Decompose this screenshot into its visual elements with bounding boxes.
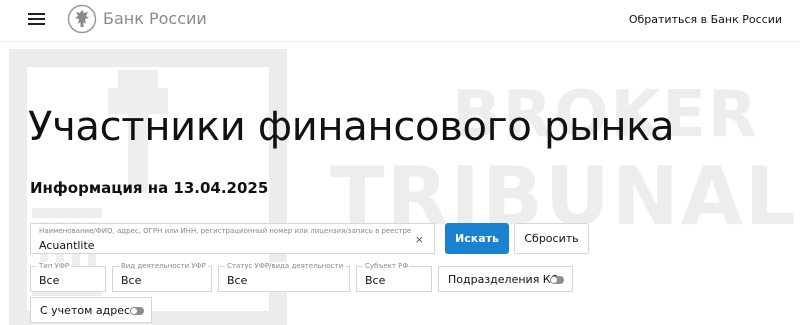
filter-subject-select[interactable]: Субъект РФ Все	[356, 262, 432, 292]
site-header: Банк России Обратиться в Банк России	[0, 0, 800, 42]
filter-activity-label: Вид деятельности УФР	[119, 262, 208, 270]
branches-toggle-switch[interactable]	[550, 276, 564, 284]
contact-bank-link[interactable]: Обратиться в Банк России	[629, 13, 782, 26]
branches-toggle-label: Подразделения КО	[448, 273, 560, 286]
filter-type-value: Все	[39, 274, 60, 287]
filter-status-label: Статус УФР/вида деятельности	[225, 262, 346, 270]
search-input[interactable]: Acuantlite	[39, 239, 95, 252]
clear-icon[interactable]: ×	[415, 233, 424, 246]
filter-type-select[interactable]: Тип УФР Все	[30, 262, 106, 292]
search-field-label: Наименование/ФИО, адрес, ОГРН или ИНН, р…	[39, 227, 412, 235]
search-button[interactable]: Искать	[445, 223, 509, 254]
page-title: Участники финансового рынка	[28, 104, 675, 150]
branches-toggle[interactable]: Подразделения КО	[438, 266, 573, 292]
address-toggle-label: С учетом адреса	[40, 304, 137, 317]
filter-status-value: Все	[227, 274, 248, 287]
bank-emblem-icon[interactable]	[67, 4, 97, 34]
filter-status-select[interactable]: Статус УФР/вида деятельности Все	[218, 262, 350, 292]
filter-activity-value: Все	[121, 274, 142, 287]
info-date-heading: Информация на 13.04.2025	[30, 179, 269, 197]
address-toggle[interactable]: С учетом адреса	[30, 297, 152, 323]
filter-activity-select[interactable]: Вид деятельности УФР Все	[112, 262, 212, 292]
filter-type-label: Тип УФР	[37, 262, 72, 270]
search-field[interactable]: Наименование/ФИО, адрес, ОГРН или ИНН, р…	[30, 223, 435, 254]
address-toggle-switch[interactable]	[130, 307, 144, 315]
logo-text[interactable]: Банк России	[103, 9, 207, 28]
menu-icon[interactable]	[28, 12, 45, 26]
filter-subject-value: Все	[365, 274, 386, 287]
reset-button[interactable]: Сбросить	[514, 223, 589, 254]
filter-subject-label: Субъект РФ	[363, 262, 411, 270]
